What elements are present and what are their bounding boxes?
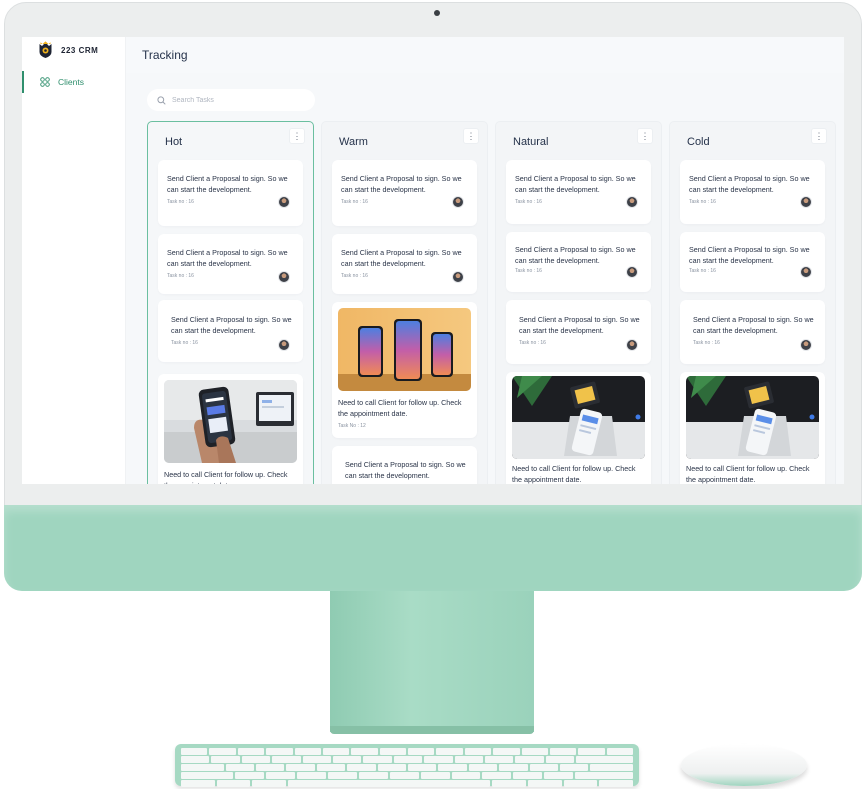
task-number: Task no : 16: [341, 199, 368, 205]
user-avatar: [452, 196, 464, 208]
sidebar: 223 CRM Clients: [22, 37, 126, 484]
task-number: Task no : 16: [341, 273, 368, 279]
desk-phones-image: [512, 376, 645, 459]
user-avatar: [452, 271, 464, 283]
task-number: Task no : 16: [519, 340, 546, 346]
header: Tracking: [126, 37, 844, 73]
shield-badge-icon: [39, 41, 52, 58]
image-task-card[interactable]: Need to call Client for follow up. Check…: [158, 374, 303, 484]
app-screen: 223 CRM Clients Tracking Hot ⋮: [22, 37, 844, 484]
task-number: Task no : 16: [515, 199, 542, 205]
column-title: Natural: [513, 136, 549, 148]
user-avatar: [800, 266, 812, 278]
column-title: Warm: [339, 136, 368, 148]
brand: 223 CRM: [38, 41, 98, 59]
task-card[interactable]: Send Client a Proposal to sign. So we ca…: [158, 234, 303, 294]
card-text: Send Client a Proposal to sign. So we ca…: [693, 315, 814, 335]
monitor-chin: [4, 505, 862, 591]
brand-name: 223 CRM: [61, 45, 99, 55]
task-number: Task no : 16: [515, 268, 542, 274]
column-hot: Hot ⋮ Send Client a Proposal to sign. So…: [147, 121, 314, 484]
card-text: Send Client a Proposal to sign. So we ca…: [341, 248, 462, 268]
more-vertical-icon[interactable]: ⋮: [289, 128, 305, 144]
task-card[interactable]: Send Client a Proposal to sign. So we ca…: [680, 160, 825, 224]
keyboard: [175, 744, 639, 787]
task-number: Task No : 12: [338, 423, 366, 429]
card-text: Send Client a Proposal to sign. So we ca…: [171, 315, 292, 335]
task-card[interactable]: Send Client a Proposal to sign. So we ca…: [506, 300, 651, 364]
user-avatar: [626, 196, 638, 208]
column-title: Hot: [165, 136, 183, 148]
task-card[interactable]: Send Client a Proposal to sign. So we ca…: [332, 234, 477, 294]
card-text: Send Client a Proposal to sign. So we ca…: [167, 248, 288, 268]
task-card[interactable]: Send Client a Proposal to sign. So we ca…: [158, 300, 303, 362]
monitor-stand: [330, 591, 534, 732]
task-card[interactable]: Send Client a Proposal to sign. So we ca…: [506, 232, 651, 292]
sidebar-item-clients[interactable]: Clients: [22, 71, 126, 93]
task-number: Task no : 16: [693, 340, 720, 346]
grid-icon: [40, 77, 50, 87]
card-text: Need to call Client for follow up. Check…: [164, 470, 288, 484]
task-number: Task no : 16: [167, 199, 194, 205]
card-text: Need to call Client for follow up. Check…: [512, 464, 636, 484]
task-card[interactable]: Send Client a Proposal to sign. So we ca…: [332, 160, 477, 226]
stand-base: [330, 726, 534, 734]
card-text: Send Client a Proposal to sign. So we ca…: [515, 174, 636, 194]
task-card[interactable]: Send Client a Proposal to sign. So we ca…: [506, 160, 651, 224]
card-text: Send Client a Proposal to sign. So we ca…: [345, 460, 466, 480]
user-avatar: [800, 339, 812, 351]
user-avatar: [278, 271, 290, 283]
page-title: Tracking: [142, 48, 188, 62]
desk-phones-image: [686, 376, 819, 459]
column-natural: Natural ⋮ Send Client a Proposal to sign…: [495, 121, 662, 484]
more-vertical-icon[interactable]: ⋮: [811, 128, 827, 144]
column-title: Cold: [687, 136, 710, 148]
card-text: Send Client a Proposal to sign. So we ca…: [689, 245, 810, 265]
task-card[interactable]: Send Client a Proposal to sign. So we ca…: [158, 160, 303, 226]
image-task-card[interactable]: Need to call Client for follow up. Check…: [332, 302, 477, 438]
column-warm: Warm ⋮ Send Client a Proposal to sign. S…: [321, 121, 488, 484]
task-card[interactable]: Send Client a Proposal to sign. So we ca…: [680, 300, 825, 364]
task-number: Task no : 16: [171, 340, 198, 346]
more-vertical-icon[interactable]: ⋮: [637, 128, 653, 144]
card-text: Send Client a Proposal to sign. So we ca…: [341, 174, 462, 194]
image-task-card[interactable]: Need to call Client for follow up. Check…: [506, 372, 651, 484]
more-vertical-icon[interactable]: ⋮: [463, 128, 479, 144]
task-card[interactable]: Send Client a Proposal to sign. So we ca…: [680, 232, 825, 292]
user-avatar: [278, 339, 290, 351]
card-text: Send Client a Proposal to sign. So we ca…: [689, 174, 810, 194]
search-input[interactable]: [172, 96, 302, 104]
hand-holding-phone-image: [164, 380, 297, 463]
three-phones-image: [338, 308, 471, 391]
card-text: Need to call Client for follow up. Check…: [686, 464, 810, 484]
card-text: Send Client a Proposal to sign. So we ca…: [519, 315, 640, 335]
user-avatar: [626, 266, 638, 278]
card-text: Need to call Client for follow up. Check…: [338, 398, 462, 418]
main-content: Tracking Hot ⋮ Send Client a Proposal to…: [126, 37, 844, 484]
task-number: Task no : 16: [689, 268, 716, 274]
card-text: Send Client a Proposal to sign. So we ca…: [167, 174, 288, 194]
task-number: Task no : 16: [689, 199, 716, 205]
task-number: Task no : 16: [167, 273, 194, 279]
camera: [434, 10, 440, 16]
mouse: [681, 744, 807, 786]
search-box[interactable]: [147, 89, 315, 111]
task-card[interactable]: Send Client a Proposal to sign. So we ca…: [332, 446, 477, 484]
image-task-card[interactable]: Need to call Client for follow up. Check…: [680, 372, 825, 484]
column-cold: Cold ⋮ Send Client a Proposal to sign. S…: [669, 121, 836, 484]
search-icon: [157, 95, 166, 105]
user-avatar: [800, 196, 812, 208]
user-avatar: [626, 339, 638, 351]
card-text: Send Client a Proposal to sign. So we ca…: [515, 245, 636, 265]
sidebar-item-label: Clients: [58, 77, 84, 87]
user-avatar: [278, 196, 290, 208]
